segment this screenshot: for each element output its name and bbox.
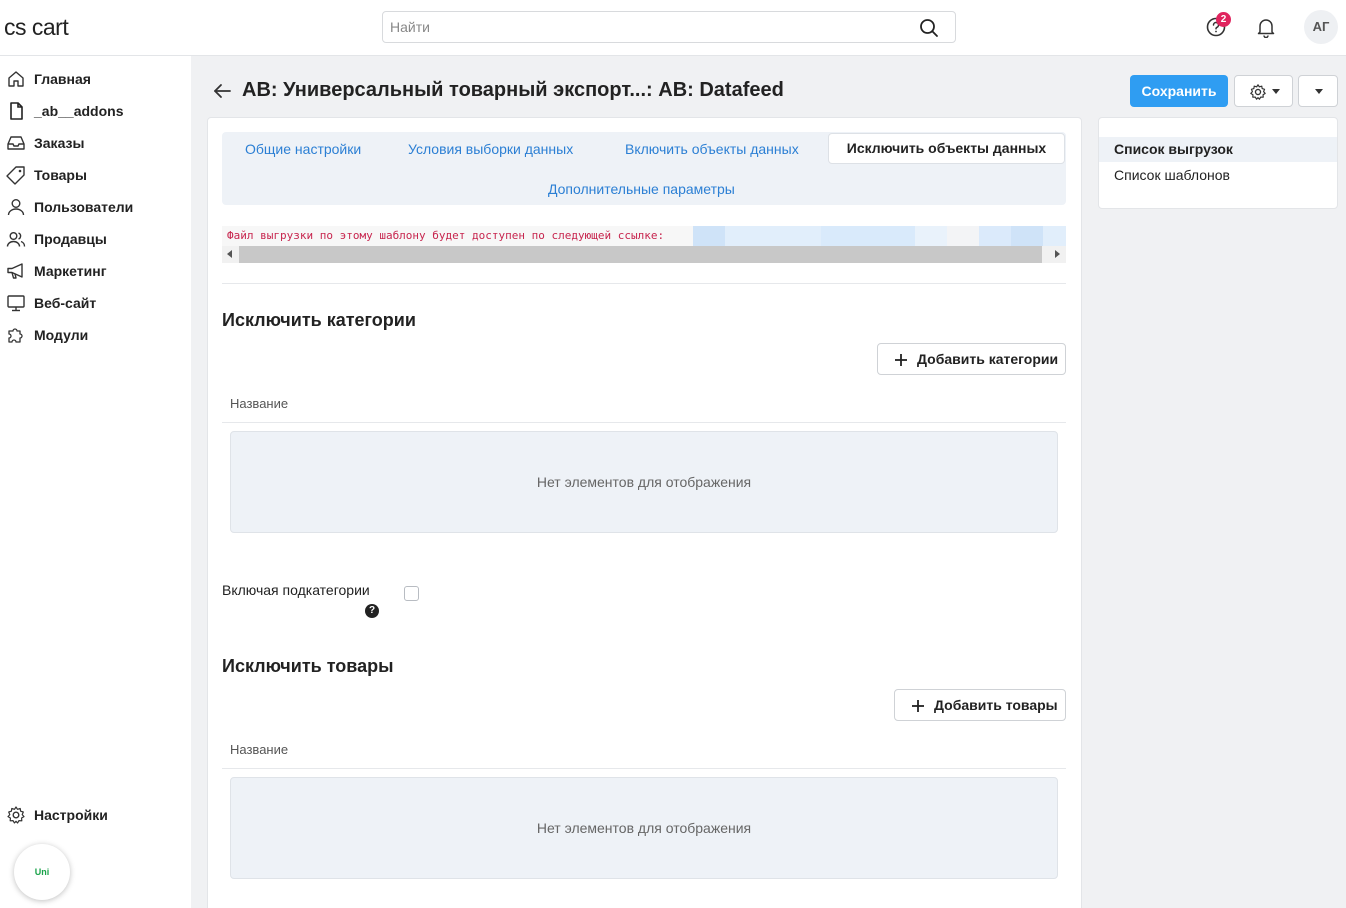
avatar[interactable]: АГ: [1304, 10, 1338, 44]
settings-dropdown-button[interactable]: [1234, 75, 1293, 107]
sidebar-item-modules[interactable]: Модули: [0, 320, 191, 350]
link-highlight: [1011, 226, 1043, 246]
home-icon: [8, 71, 24, 87]
include-subcategories-checkbox[interactable]: [404, 586, 419, 601]
exclude-products-title: Исключить товары: [222, 656, 394, 676]
categories-column-name: Название: [230, 396, 289, 411]
users-icon: [6, 232, 26, 247]
search-box[interactable]: [382, 11, 956, 43]
plus-icon: [912, 700, 924, 712]
divider: [222, 422, 1066, 423]
sidebar-item-products[interactable]: Товары: [0, 160, 191, 190]
user-icon: [7, 199, 25, 216]
logo[interactable]: cs cart: [4, 14, 69, 41]
sidebar-item-label: Маркетинг: [34, 263, 107, 279]
sidebar-item-home[interactable]: Главная: [0, 64, 191, 94]
sidebar-item-users[interactable]: Пользователи: [0, 192, 191, 222]
export-link-text: Файл выгрузки по этому шаблону будет дос…: [227, 229, 665, 242]
question-icon[interactable]: ?: [365, 604, 379, 618]
search-input[interactable]: [383, 12, 903, 42]
save-button[interactable]: Сохранить: [1130, 75, 1228, 107]
export-link-notice: Файл выгрузки по этому шаблону будет дос…: [222, 226, 1066, 246]
add-categories-button[interactable]: Добавить категории: [877, 343, 1066, 375]
right-side-panel: [1098, 117, 1338, 209]
bell-icon[interactable]: [1255, 16, 1277, 38]
categories-empty-state: Нет элементов для отображения: [230, 431, 1058, 533]
tag-icon: [6, 166, 25, 185]
divider: [222, 768, 1066, 769]
sidebar: Главная _ab__addons Заказы Товары Пользо…: [0, 56, 191, 908]
notification-badge: 2: [1216, 12, 1231, 27]
more-actions-button[interactable]: [1298, 75, 1338, 107]
sidebar-item-website[interactable]: Веб-сайт: [0, 288, 191, 318]
megaphone-icon: [7, 263, 23, 279]
scroll-right-icon[interactable]: [1055, 250, 1060, 258]
sidebar-item-settings[interactable]: Настройки: [0, 800, 191, 830]
tab-general-settings[interactable]: Общие настройки: [245, 141, 361, 157]
tab-additional-params[interactable]: Дополнительные параметры: [548, 181, 735, 197]
exclude-categories-title: Исключить категории: [222, 310, 416, 330]
add-categories-label: Добавить категории: [917, 351, 1059, 367]
scroll-left-icon[interactable]: [227, 250, 232, 258]
export-list-link[interactable]: Список выгрузок: [1114, 141, 1233, 157]
chevron-down-icon: [1272, 89, 1280, 94]
sidebar-item-label: Товары: [34, 167, 87, 183]
chevron-down-icon: [1315, 89, 1323, 94]
link-highlight: [915, 226, 947, 246]
back-arrow-icon[interactable]: [212, 82, 232, 100]
gear-icon: [7, 806, 25, 824]
tab-data-selection[interactable]: Условия выборки данных: [408, 141, 573, 157]
sidebar-item-label: Продавцы: [34, 231, 107, 247]
add-products-button[interactable]: Добавить товары: [894, 689, 1066, 721]
link-highlight: [693, 226, 725, 246]
monitor-icon: [7, 295, 25, 312]
horizontal-scrollbar[interactable]: [222, 246, 1066, 263]
search-icon[interactable]: [919, 18, 939, 38]
sidebar-item-orders[interactable]: Заказы: [0, 128, 191, 158]
file-icon: [10, 102, 23, 120]
sidebar-item-label: Веб-сайт: [34, 295, 97, 311]
sidebar-item-label: _ab__addons: [34, 103, 124, 119]
sidebar-item-label: Заказы: [34, 135, 85, 151]
tab-include-objects[interactable]: Включить объекты данных: [625, 141, 799, 157]
sidebar-item-vendors[interactable]: Продавцы: [0, 224, 191, 254]
sidebar-item-marketing[interactable]: Маркетинг: [0, 256, 191, 286]
link-highlight: [1043, 226, 1066, 246]
page-title: AB: Универсальный товарный экспорт...: A…: [242, 79, 784, 101]
include-subcategories-label: Включая подкатегории: [222, 582, 370, 598]
add-products-label: Добавить товары: [934, 697, 1058, 713]
link-highlight: [947, 226, 979, 246]
products-empty-state: Нет элементов для отображения: [230, 777, 1058, 879]
inbox-icon: [7, 136, 25, 150]
link-highlight: [725, 226, 821, 246]
plus-icon: [895, 354, 907, 366]
template-list-link[interactable]: Список шаблонов: [1114, 167, 1230, 183]
uni-widget-button[interactable]: Uni: [14, 844, 70, 900]
sidebar-item-label: Пользователи: [34, 199, 134, 215]
sidebar-item-label: Главная: [34, 71, 91, 87]
top-bar: cs cart 2 АГ: [0, 0, 1346, 56]
divider: [222, 283, 1066, 284]
link-highlight: [821, 226, 915, 246]
scrollbar-thumb[interactable]: [239, 246, 1042, 263]
sidebar-item-ab-addons[interactable]: _ab__addons: [0, 96, 191, 126]
products-column-name: Название: [230, 742, 289, 757]
gear-icon: [1250, 84, 1266, 100]
puzzle-icon: [8, 328, 23, 343]
sidebar-item-label: Настройки: [34, 807, 108, 823]
tab-exclude-objects[interactable]: Исключить объекты данных: [828, 133, 1065, 164]
sidebar-item-label: Модули: [34, 327, 89, 343]
link-highlight: [979, 226, 1011, 246]
